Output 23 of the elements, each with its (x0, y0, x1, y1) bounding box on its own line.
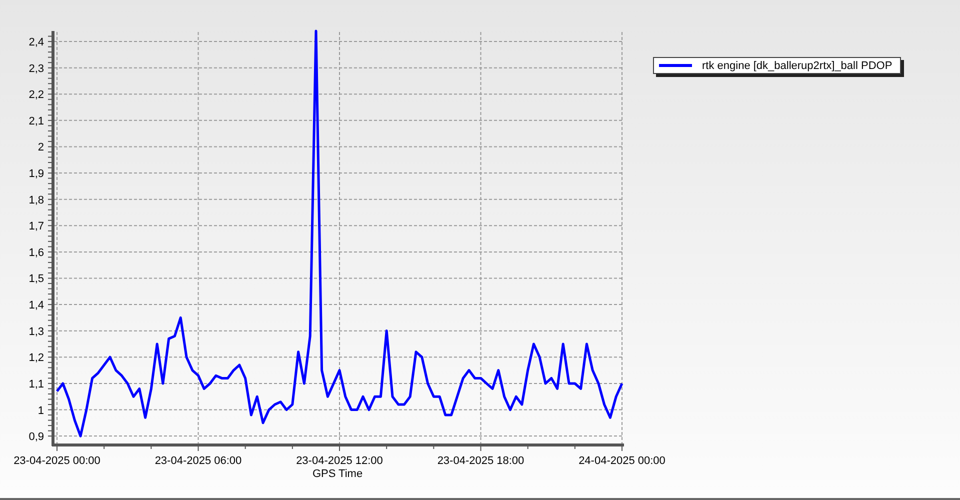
y-tick-label: 0,9 (28, 431, 44, 444)
y-tick-label: 1,7 (28, 220, 44, 233)
y-tick-label: 2,1 (28, 115, 44, 128)
x-tick-label: 23-04-2025 00:00 (14, 455, 100, 467)
x-tick-label: 23-04-2025 18:00 (437, 455, 524, 467)
y-tick-label: 2,4 (28, 36, 44, 49)
y-tick-label: 1,4 (28, 300, 44, 312)
y-tick-label: 1,9 (28, 168, 44, 180)
x-axis-title: GPS Time (312, 468, 363, 480)
x-tick-label: 24-04-2025 00:00 (578, 455, 666, 467)
y-tick-label: 2,3 (28, 62, 44, 75)
y-tick-label: 1 (38, 404, 44, 417)
x-tick-label: 23-04-2025 06:00 (154, 455, 242, 467)
y-tick-label: 1,5 (28, 273, 44, 286)
legend-label: rtk engine [dk_ballerup2rtx]_ball PDOP (702, 60, 892, 72)
y-tick-label: 1,3 (28, 326, 44, 338)
y-tick-label: 2,2 (28, 89, 44, 102)
x-tick-label: 23-04-2025 12:00 (296, 455, 383, 467)
y-tick-label: 1,8 (28, 194, 44, 206)
y-tick-label: 1,2 (28, 352, 44, 364)
y-tick-label: 1,1 (28, 378, 44, 390)
y-tick-label: 2 (38, 142, 44, 154)
y-tick-label: 1,6 (28, 246, 44, 259)
